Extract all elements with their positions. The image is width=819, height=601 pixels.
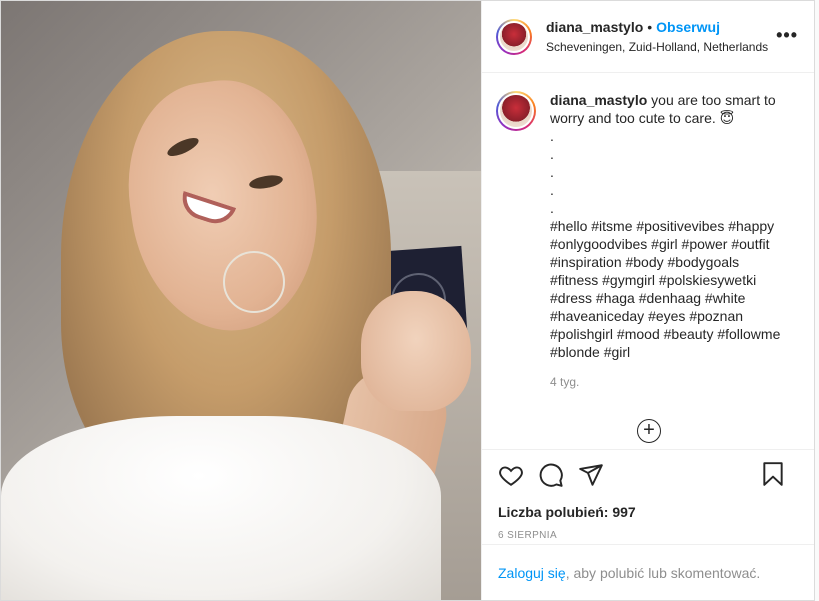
avatar[interactable] <box>496 18 532 55</box>
login-prompt: Zaloguj się, aby polubić lub skomentować… <box>482 544 814 600</box>
share-icon[interactable] <box>578 462 604 488</box>
caption-username-link[interactable]: diana_mastylo <box>550 92 647 108</box>
post-header: diana_mastylo • Obserwuj Scheveningen, Zui… <box>482 1 814 73</box>
caption-timestamp: 4 tyg. <box>550 375 580 389</box>
bookmark-icon[interactable] <box>760 461 786 487</box>
caption-text: you are too smart to worry and too cute … <box>550 92 781 360</box>
post-photo[interactable] <box>1 1 481 600</box>
photo-shirt <box>1 416 441 600</box>
post-date: 6 SIERPNIA <box>498 530 558 541</box>
photo-earring <box>223 251 285 313</box>
separator-dot: • <box>647 18 653 35</box>
load-more-comments-icon[interactable]: + <box>637 419 661 443</box>
instagram-post: diana_mastylo • Obserwuj Scheveningen, Zui… <box>0 0 815 601</box>
caption-body: diana_mastylo you are too smart to worry… <box>550 91 790 449</box>
post-header-info: diana_mastylo • Obserwuj Scheveningen, Zui… <box>546 18 768 56</box>
more-options-icon[interactable]: ••• <box>776 26 798 44</box>
comment-icon[interactable] <box>538 462 564 488</box>
location-link[interactable]: Scheveningen, Zuid-Holland, Netherlands <box>546 38 768 56</box>
likes-count[interactable]: Liczba polubień: 997 <box>498 504 798 520</box>
follow-button[interactable]: Obserwuj <box>656 19 720 35</box>
login-prompt-text: , aby polubić lub skomentować. <box>565 565 761 581</box>
post-side-panel: diana_mastylo • Obserwuj Scheveningen, Zui… <box>481 1 814 600</box>
caption-area: diana_mastylo you are too smart to worry… <box>482 73 814 449</box>
username-link[interactable]: diana_mastylo <box>546 19 643 35</box>
caption-avatar[interactable] <box>496 91 536 131</box>
heart-icon[interactable] <box>498 462 524 488</box>
photo-hand <box>361 291 471 411</box>
login-link[interactable]: Zaloguj się <box>498 565 566 581</box>
